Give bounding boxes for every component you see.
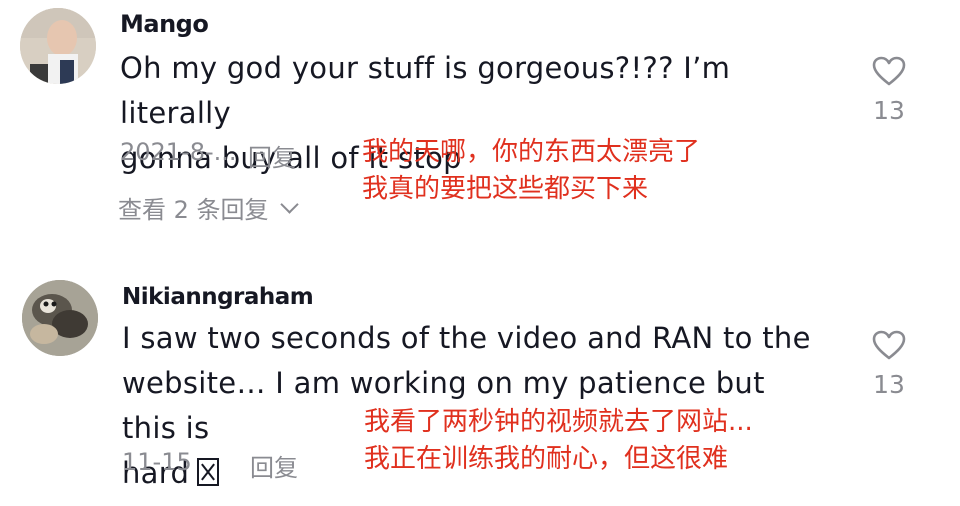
translation-line: 我正在训练我的耐心，但这很难 bbox=[364, 444, 729, 474]
username[interactable]: Mango bbox=[120, 10, 209, 38]
heart-outline-icon bbox=[864, 330, 914, 360]
comment-text-line: I saw two seconds of the video and RAN t… bbox=[122, 321, 811, 355]
view-replies-label: 查看 2 条回复 bbox=[118, 196, 269, 224]
comment-item: Nikianngraham I saw two seconds of the v… bbox=[0, 270, 960, 506]
username[interactable]: Nikianngraham bbox=[122, 284, 314, 310]
comment-date: 2021-8-... bbox=[120, 138, 237, 166]
missing-emoji-icon bbox=[197, 458, 220, 486]
like-count: 13 bbox=[873, 96, 905, 125]
reply-button[interactable]: 回复 bbox=[248, 138, 296, 173]
view-replies-button[interactable]: 查看 2 条回复 bbox=[118, 190, 299, 225]
translation-line: 我看了两秒钟的视频就去了网站... bbox=[364, 407, 753, 437]
avatar[interactable] bbox=[22, 280, 98, 356]
translation-line: 我真的要把这些都买下来 bbox=[362, 174, 649, 204]
comment-text-line: Oh my god your stuff is gorgeous?!?? I’m… bbox=[120, 51, 731, 130]
like-button[interactable]: 13 bbox=[864, 330, 914, 399]
like-button[interactable]: 13 bbox=[864, 56, 914, 125]
comment-item: Mango Oh my god your stuff is gorgeous?!… bbox=[0, 0, 960, 260]
avatar[interactable] bbox=[20, 8, 96, 84]
comment-date: 11-15 bbox=[122, 448, 192, 476]
like-count: 13 bbox=[873, 370, 905, 399]
translation-annotation: 我的天哪，你的东西太漂亮了 我真的要把这些都买下来 bbox=[362, 134, 700, 208]
translation-annotation: 我看了两秒钟的视频就去了网站... 我正在训练我的耐心，但这很难 bbox=[364, 404, 753, 478]
heart-outline-icon bbox=[864, 56, 914, 86]
reply-button[interactable]: 回复 bbox=[250, 448, 298, 483]
chevron-down-icon bbox=[279, 195, 299, 214]
translation-line: 我的天哪，你的东西太漂亮了 bbox=[362, 137, 701, 167]
